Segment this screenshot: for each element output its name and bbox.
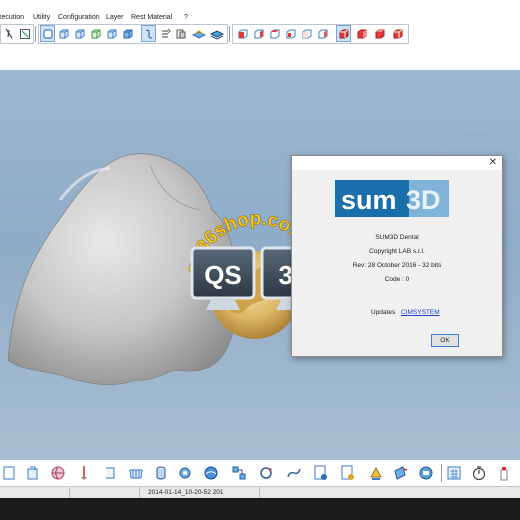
view-top-icon[interactable] [104, 25, 119, 42]
status-cell [70, 487, 140, 498]
stopwatch-icon[interactable] [470, 463, 488, 483]
bracket-icon[interactable] [101, 463, 119, 483]
rotate-icon[interactable] [257, 463, 275, 483]
status-bar: 2014-01-14_10-20-52 201 [0, 486, 520, 498]
sum3d-logo: sum 3D [335, 180, 449, 217]
view-left-icon[interactable] [72, 25, 87, 42]
gear-tool-icon[interactable] [176, 463, 194, 483]
doc-settings-icon[interactable] [339, 463, 357, 483]
red-cube-9-icon[interactable] [372, 25, 387, 42]
copyright-text: Copyright LAB s.r.l. [369, 248, 425, 255]
red-cube-5-icon[interactable] [299, 25, 314, 42]
globe-tool-icon[interactable] [49, 463, 67, 483]
view-front-icon[interactable] [40, 25, 55, 42]
red-cube-6-icon[interactable] [315, 25, 330, 42]
sphere-icon[interactable] [202, 463, 220, 483]
red-cube-7-icon[interactable] [336, 25, 351, 42]
close-icon[interactable]: ✕ [489, 157, 497, 169]
bottom-toolbar [0, 460, 520, 486]
clamp-icon[interactable] [24, 463, 42, 483]
red-cube-1-icon[interactable] [235, 25, 250, 42]
curve-icon[interactable] [141, 25, 156, 42]
menu-utility[interactable]: Utility [33, 14, 50, 22]
bottom-separator [441, 464, 442, 482]
sheet-icon[interactable] [0, 463, 18, 483]
red-cube-3-icon[interactable] [267, 25, 282, 42]
svg-text:sum: sum [341, 185, 397, 215]
menu-layer[interactable]: Layer [106, 14, 124, 22]
cursor-icon[interactable] [1, 25, 16, 42]
menu-rest-material[interactable]: Rest Material [131, 14, 172, 22]
view-right-icon[interactable] [88, 25, 103, 42]
code-text: Code : 0 [384, 276, 410, 283]
menu-help[interactable]: ? [184, 14, 188, 22]
align-icon[interactable] [157, 25, 172, 42]
status-cell [0, 487, 70, 498]
ok-button[interactable]: OK [431, 334, 459, 347]
camera-icon[interactable] [417, 463, 435, 483]
main-toolbar [0, 24, 520, 46]
revision-text: Rev: 28 October 2016 - 32 bits [352, 262, 442, 269]
spray-icon[interactable] [495, 463, 513, 483]
view-back-icon[interactable] [56, 25, 71, 42]
nodes-icon[interactable] [230, 463, 248, 483]
menu-configuration[interactable]: Configuration [58, 14, 100, 22]
red-cube-4-icon[interactable] [283, 25, 298, 42]
svg-text:3D: 3D [406, 185, 441, 215]
drill-tool-icon[interactable] [75, 463, 93, 483]
doc-info-icon[interactable] [312, 463, 330, 483]
stack-icon[interactable] [209, 25, 224, 42]
about-dialog: ✕ sum 3D SUM3D Dental Copyright LAB s.r.… [291, 155, 503, 357]
menu-execution[interactable]: xecution [0, 14, 24, 22]
watermark-qs-text: QS [204, 260, 242, 290]
os-taskbar [0, 498, 520, 520]
menu-bar: xecution Utility Configuration Layer Res… [0, 0, 520, 24]
toolbar-spacer [0, 46, 520, 70]
select-icon[interactable] [17, 25, 32, 42]
tray-icon[interactable] [127, 463, 145, 483]
dialog-titlebar: ✕ [292, 156, 502, 170]
red-cube-8-icon[interactable] [354, 25, 369, 42]
red-cube-2-icon[interactable] [251, 25, 266, 42]
spline-tool-icon[interactable] [285, 463, 303, 483]
toolbar-separator [35, 26, 36, 42]
bucket-icon[interactable] [391, 463, 409, 483]
updates-label: Updates [371, 309, 396, 316]
paint-icon[interactable] [367, 463, 385, 483]
status-cell [140, 487, 260, 498]
layers-icon[interactable] [173, 25, 188, 42]
cimsystem-link[interactable]: CIMSYSTEM [401, 309, 440, 316]
red-cube-10-icon[interactable] [390, 25, 405, 42]
calculator-icon[interactable] [445, 463, 463, 483]
product-name: SUM3D Dental [375, 234, 419, 241]
cylinder-icon[interactable] [152, 463, 170, 483]
toolbar-separator [229, 26, 230, 42]
model-icon[interactable] [191, 25, 206, 42]
view-bottom-icon[interactable] [120, 25, 135, 42]
